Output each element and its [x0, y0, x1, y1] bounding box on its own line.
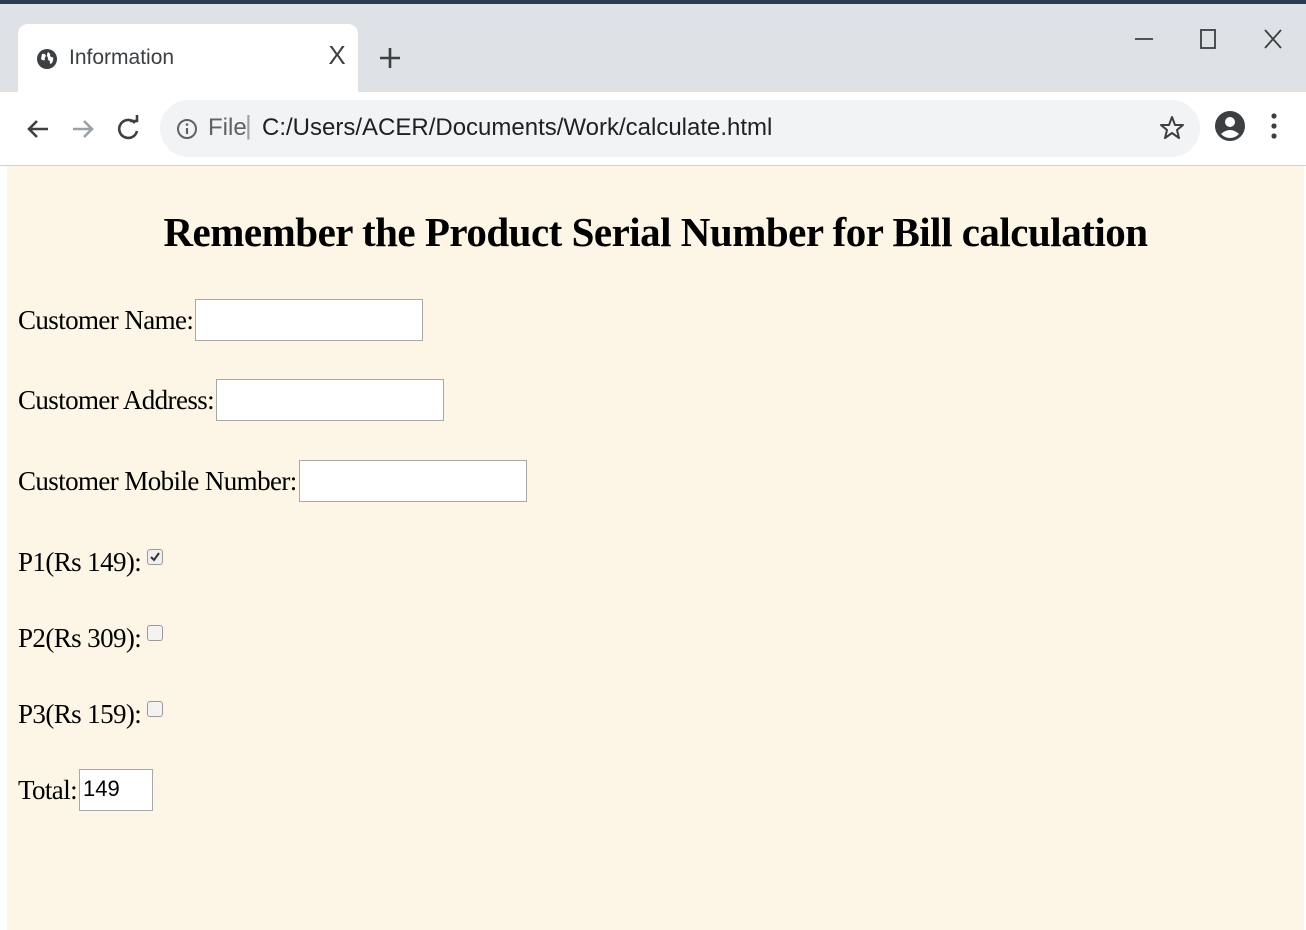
- new-tab-plus-icon[interactable]: [374, 42, 406, 74]
- customer-address-row: Customer Address:: [18, 378, 445, 422]
- tab-title: Information: [69, 46, 175, 69]
- url-path[interactable]: C:/Users/ACER/Documents/Work/calculate.h…: [262, 114, 772, 142]
- product-p2-row: P2(Rs 309):: [18, 616, 164, 660]
- page-heading: Remember the Product Serial Number for B…: [163, 209, 1148, 255]
- product-p3-row: P3(Rs 159):: [18, 692, 164, 736]
- globe-icon: [37, 49, 57, 69]
- tab-close-icon[interactable]: X: [324, 42, 350, 68]
- tab-strip: Information X: [0, 4, 1306, 92]
- browser-toolbar: File | C:/Users/ACER/Documents/Work/calc…: [0, 92, 1306, 166]
- product-p3-checkbox[interactable]: [147, 701, 164, 717]
- customer-address-label: Customer Address:: [18, 384, 215, 415]
- reload-icon[interactable]: [111, 112, 145, 146]
- customer-name-row: Customer Name:: [18, 298, 424, 342]
- product-p3-label: P3(Rs 159):: [18, 698, 142, 729]
- product-p2-label: P2(Rs 309):: [18, 622, 142, 653]
- product-p1-row: P1(Rs 149):: [18, 540, 164, 584]
- product-p1-checkbox[interactable]: [147, 549, 164, 565]
- product-p2-checkbox[interactable]: [147, 625, 164, 641]
- more-vert-icon[interactable]: [1262, 109, 1286, 143]
- star-icon[interactable]: [1158, 114, 1186, 142]
- profile-icon[interactable]: [1213, 109, 1247, 143]
- customer-name-input[interactable]: [195, 299, 424, 341]
- total-row: Total: 149: [18, 768, 153, 812]
- customer-address-input[interactable]: [216, 379, 445, 421]
- tab-information[interactable]: Information X: [18, 24, 358, 92]
- checkmark-icon: [150, 552, 160, 562]
- minimize-icon[interactable]: [1127, 22, 1161, 56]
- customer-name-label: Customer Name:: [18, 304, 194, 335]
- address-bar[interactable]: File | C:/Users/ACER/Documents/Work/calc…: [160, 100, 1200, 157]
- page-viewport: Remember the Product Serial Number for B…: [7, 166, 1304, 930]
- info-icon[interactable]: [176, 118, 198, 140]
- arrow-left-icon[interactable]: [21, 112, 55, 146]
- arrow-right-icon[interactable]: [66, 112, 100, 146]
- url-separator: |: [245, 110, 252, 140]
- customer-mobile-label: Customer Mobile Number:: [18, 465, 297, 496]
- total-label: Total:: [18, 774, 78, 805]
- maximize-icon[interactable]: [1191, 22, 1225, 56]
- url-scheme-label: File: [208, 114, 247, 141]
- customer-mobile-input[interactable]: [298, 460, 527, 502]
- total-input[interactable]: 149: [79, 769, 153, 811]
- product-p1-label: P1(Rs 149):: [18, 546, 142, 577]
- customer-mobile-row: Customer Mobile Number:: [18, 459, 527, 503]
- window-close-icon[interactable]: [1256, 22, 1290, 56]
